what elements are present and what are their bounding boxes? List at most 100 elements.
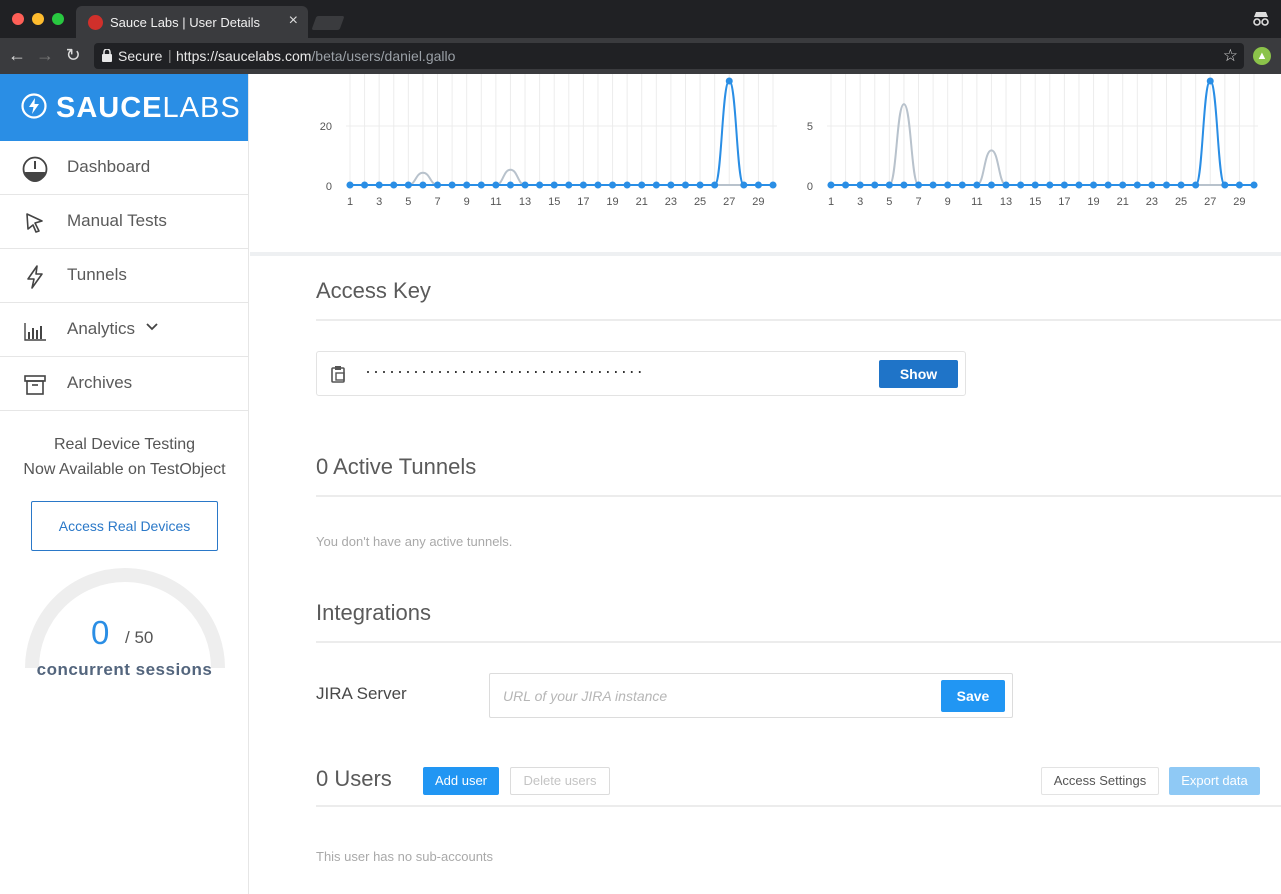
x-tick-label: 21 <box>636 196 648 208</box>
minimize-window-button[interactable] <box>32 13 44 25</box>
access-settings-button[interactable]: Access Settings <box>1041 767 1159 795</box>
add-user-button[interactable]: Add user <box>423 767 499 795</box>
x-tick-label: 17 <box>577 196 589 208</box>
x-tick-label: 29 <box>752 196 764 208</box>
data-point <box>1031 181 1039 189</box>
divider <box>316 805 1281 807</box>
sidebar-item-manual-tests[interactable]: Manual Tests <box>0 195 248 249</box>
data-point <box>667 181 675 189</box>
y-tick-label: 0 <box>807 181 813 193</box>
tunnels-empty-text: You don't have any active tunnels. <box>316 534 513 549</box>
dashboard-icon <box>22 156 48 182</box>
series-line <box>350 168 773 186</box>
sidebar-item-archives[interactable]: Archives <box>0 357 248 411</box>
chevron-down-icon <box>146 323 158 331</box>
users-empty-text: This user has no sub-accounts <box>316 849 494 864</box>
favicon-icon <box>88 15 103 30</box>
promo-line: Real Device Testing <box>53 436 196 453</box>
close-window-button[interactable] <box>12 13 24 25</box>
access-key-box: ··································· Show <box>316 351 966 396</box>
data-point <box>434 181 442 189</box>
show-key-button[interactable]: Show <box>879 360 958 388</box>
sidebar: SAUCELABS Dashboard Manual Tests Tunnels… <box>0 74 249 894</box>
tab-title: Sauce Labs | User Details <box>110 15 261 30</box>
x-tick-label: 13 <box>519 196 531 208</box>
jira-server-box: Save <box>489 673 1013 718</box>
sidebar-item-label: Dashboard <box>67 157 151 176</box>
data-point <box>463 181 471 189</box>
series-line <box>350 79 773 186</box>
sidebar-item-label: Analytics <box>67 319 136 338</box>
y-tick-label: 20 <box>320 121 332 133</box>
address-bar[interactable]: Secure | https://saucelabs.com/beta/user… <box>94 43 1244 69</box>
brand-light: LABS <box>162 92 241 124</box>
x-tick-label: 5 <box>405 196 411 208</box>
promo-text: Real Device Testing Now Available on Tes… <box>0 432 249 482</box>
brand-header[interactable]: SAUCELABS <box>0 74 248 141</box>
archive-icon <box>24 375 46 395</box>
sidebar-item-label: Manual Tests <box>67 211 167 230</box>
data-point <box>740 181 748 189</box>
sidebar-item-tunnels[interactable]: Tunnels <box>0 249 248 303</box>
new-tab-button[interactable] <box>311 16 345 30</box>
sidebar-item-analytics[interactable]: Analytics <box>0 303 248 357</box>
reload-icon[interactable]: ↻ <box>62 44 84 66</box>
maximize-window-button[interactable] <box>52 13 64 25</box>
data-point <box>827 181 835 189</box>
data-point <box>929 181 937 189</box>
x-tick-label: 11 <box>490 196 501 208</box>
y-tick-label: 5 <box>807 121 813 133</box>
browser-tab[interactable]: Sauce Labs | User Details × <box>76 6 308 38</box>
divider <box>316 319 1281 321</box>
access-real-devices-button[interactable]: Access Real Devices <box>31 501 218 551</box>
x-tick-label: 25 <box>694 196 706 208</box>
x-tick-label: 5 <box>886 196 892 208</box>
x-tick-label: 11 <box>971 196 982 208</box>
extension-icon[interactable]: ▲ <box>1253 47 1271 65</box>
url-text: https://saucelabs.com/beta/users/daniel.… <box>176 48 455 64</box>
sidebar-item-dashboard[interactable]: Dashboard <box>0 141 248 195</box>
data-point <box>375 181 383 189</box>
x-tick-label: 9 <box>464 196 470 208</box>
url-path: /beta/users/daniel.gallo <box>311 48 456 64</box>
tab-close-button[interactable]: × <box>289 12 298 30</box>
x-tick-label: 1 <box>828 196 834 208</box>
data-point <box>696 181 704 189</box>
x-tick-label: 29 <box>1233 196 1245 208</box>
browser-toolbar: ← → ↻ Secure | https://saucelabs.com/bet… <box>0 38 1281 74</box>
data-point <box>1133 181 1141 189</box>
data-point <box>681 181 689 189</box>
bar-chart-icon <box>24 323 46 341</box>
jira-server-label: JIRA Server <box>316 684 407 703</box>
data-point <box>754 181 762 189</box>
data-point <box>594 181 602 189</box>
data-point <box>842 181 850 189</box>
export-data-button[interactable]: Export data <box>1169 767 1260 795</box>
tunnels-title: 0 Active Tunnels <box>316 454 477 479</box>
x-tick-label: 19 <box>606 196 618 208</box>
lightning-icon <box>27 265 43 289</box>
data-point <box>885 181 893 189</box>
data-point <box>1162 181 1170 189</box>
clipboard-icon[interactable] <box>329 364 347 384</box>
x-tick-label: 25 <box>1175 196 1187 208</box>
data-point <box>1235 181 1243 189</box>
bookmark-star-icon[interactable]: ☆ <box>1223 46 1238 66</box>
data-point <box>1206 77 1214 85</box>
sidebar-item-label: Archives <box>67 373 133 392</box>
data-point <box>1221 181 1229 189</box>
delete-users-button[interactable]: Delete users <box>510 767 610 795</box>
integrations-title: Integrations <box>316 600 431 625</box>
data-point <box>419 181 427 189</box>
x-tick-label: 1 <box>347 196 353 208</box>
forward-icon[interactable]: → <box>34 44 56 66</box>
lock-icon <box>102 49 112 62</box>
data-point <box>390 181 398 189</box>
data-point <box>609 181 617 189</box>
save-button[interactable]: Save <box>941 680 1005 712</box>
data-point <box>492 181 500 189</box>
x-tick-label: 15 <box>548 196 560 208</box>
jira-url-input[interactable] <box>491 675 937 716</box>
y-tick-label: 0 <box>326 181 332 193</box>
back-icon[interactable]: ← <box>6 44 28 66</box>
